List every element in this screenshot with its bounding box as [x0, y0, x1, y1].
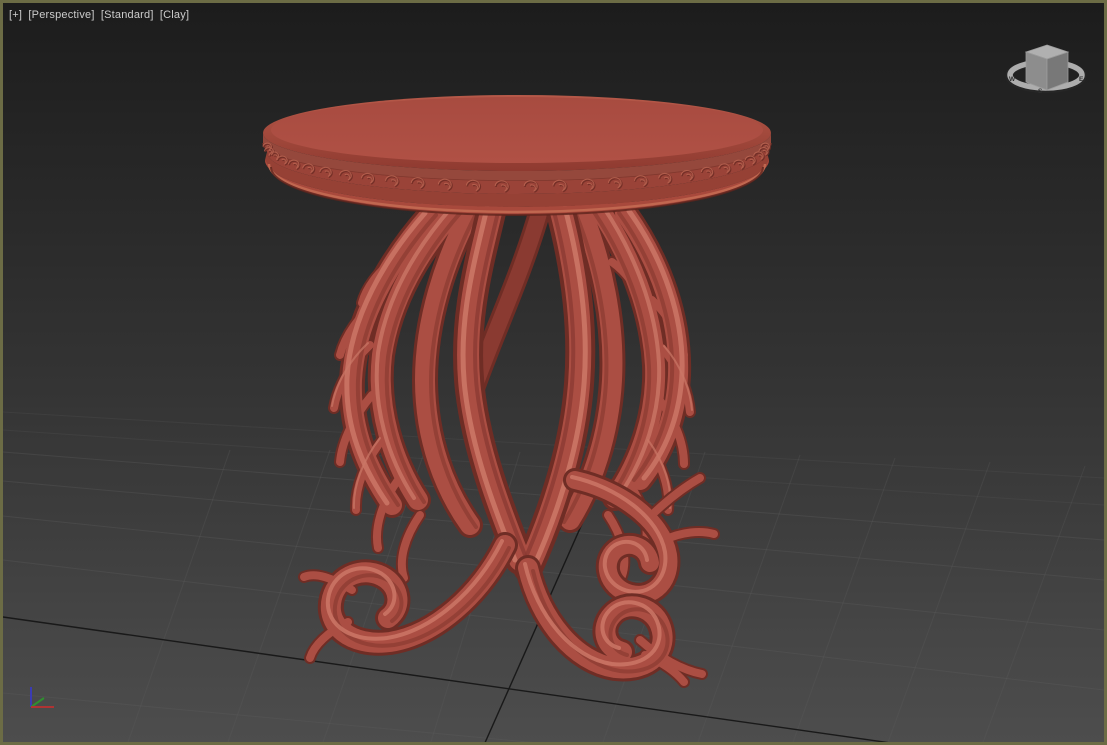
viewport-menu-general[interactable]: [+] — [9, 9, 22, 21]
viewport-frame: [+] [Perspective] [Standard] [Clay] — [0, 0, 1107, 745]
viewcube-cube[interactable] — [1026, 45, 1068, 90]
table-leg-left — [332, 208, 476, 578]
viewport-canvas[interactable]: W S E — [3, 3, 1104, 742]
viewport-label: [+] [Perspective] [Standard] [Clay] — [9, 9, 192, 21]
viewport-menu-renderer[interactable]: [Standard] — [101, 9, 154, 21]
viewcube-east-label[interactable]: E — [1079, 76, 1084, 83]
viewport-menu-shading[interactable]: [Clay] — [160, 9, 189, 21]
table-top — [263, 95, 771, 215]
viewport-menu-pov[interactable]: [Perspective] — [28, 9, 94, 21]
table-model[interactable] — [263, 95, 771, 682]
gizmo-y-axis — [31, 698, 44, 707]
view-cube[interactable]: W S E — [1009, 45, 1084, 95]
viewcube-west-label[interactable]: W — [1009, 76, 1016, 83]
viewcube-south-label[interactable]: S — [1038, 88, 1043, 95]
